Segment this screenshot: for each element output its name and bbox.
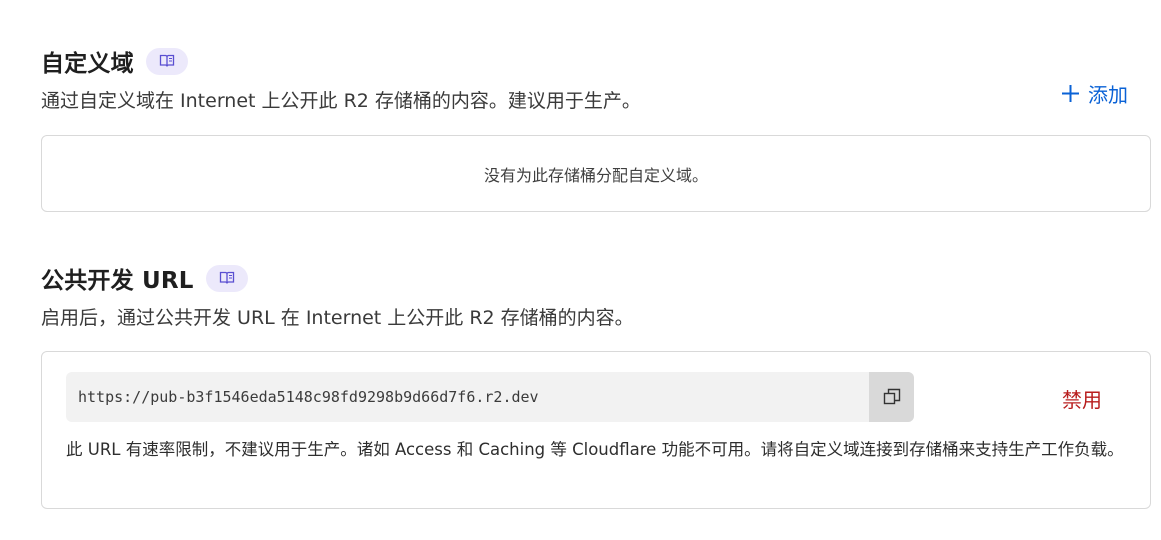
book-icon xyxy=(219,271,234,284)
add-button-label: 添加 xyxy=(1088,83,1128,107)
public-dev-url-section: 公共开发 URL 启用后，通过公共开发 URL 在 Internet 上公开此 … xyxy=(41,261,1151,330)
custom-domains-docs-link[interactable] xyxy=(145,47,188,75)
public-dev-url-description: 启用后，通过公共开发 URL 在 Internet 上公开此 R2 存储桶的内容… xyxy=(41,307,634,329)
plus-icon xyxy=(1062,85,1079,102)
empty-state-message: 没有为此存储桶分配自定义域。 xyxy=(483,165,708,185)
add-custom-domain-button[interactable]: 添加 xyxy=(1061,79,1128,108)
copy-icon xyxy=(883,388,900,405)
public-dev-url-docs-link[interactable] xyxy=(205,264,248,292)
rate-limit-warning: 此 URL 有速率限制，不建议用于生产。诸如 Access 和 Caching … xyxy=(66,440,1124,459)
dev-url-field[interactable]: https://pub-b3f1546eda5148c98fd9298b9d66… xyxy=(66,372,914,422)
dev-url-text[interactable]: https://pub-b3f1546eda5148c98fd9298b9d66… xyxy=(78,372,539,422)
public-dev-url-header: 公共开发 URL xyxy=(41,261,1151,295)
custom-domains-header: 自定义域 xyxy=(41,44,1151,78)
disable-dev-url-button[interactable]: 禁用 xyxy=(1062,384,1102,413)
book-icon xyxy=(159,54,174,67)
copy-url-button[interactable] xyxy=(869,372,914,422)
public-dev-url-title: 公共开发 URL xyxy=(41,268,194,294)
custom-domains-title: 自定义域 xyxy=(41,51,134,77)
custom-domains-section: 自定义域 通过自定义域在 Internet 上公开此 R2 存储桶的内容。建议用… xyxy=(41,44,1151,113)
public-dev-url-card: https://pub-b3f1546eda5148c98fd9298b9d66… xyxy=(41,351,1151,509)
custom-domains-description: 通过自定义域在 Internet 上公开此 R2 存储桶的内容。建议用于生产。 xyxy=(41,90,641,112)
custom-domains-empty-state: 没有为此存储桶分配自定义域。 xyxy=(41,135,1151,212)
